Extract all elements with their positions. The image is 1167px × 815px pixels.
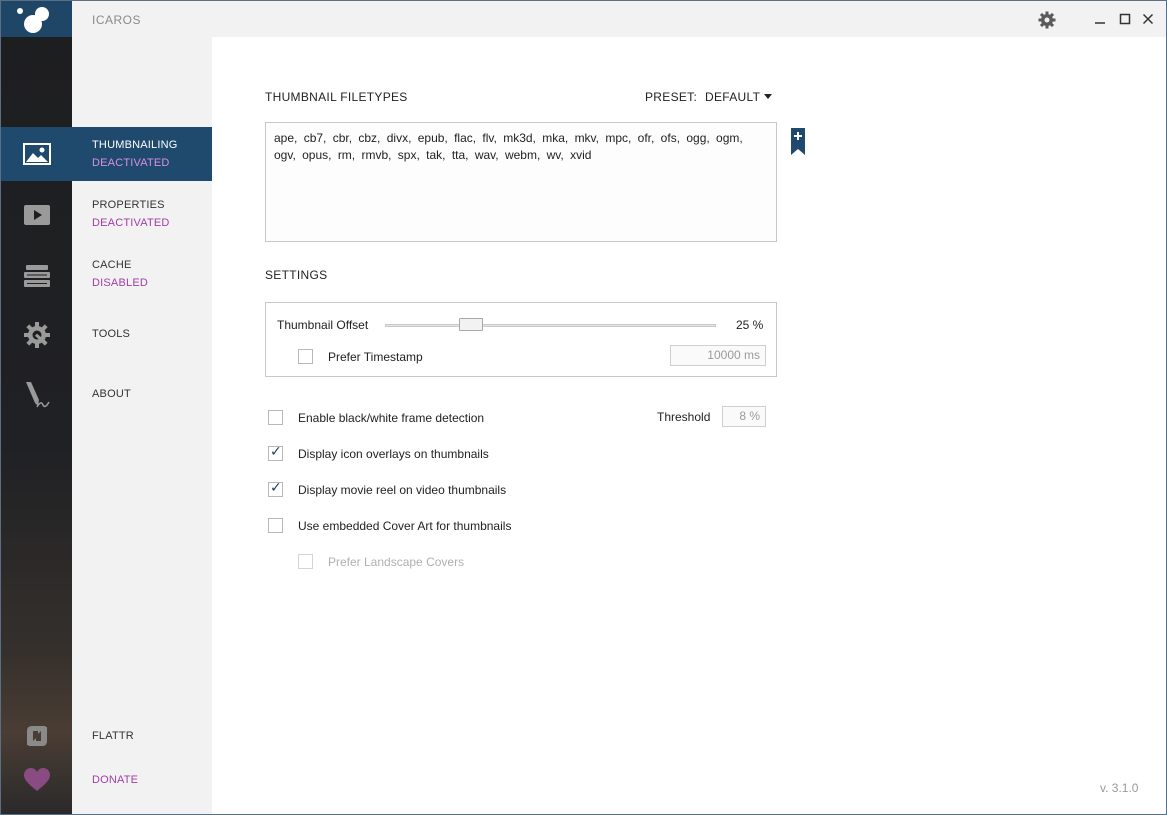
settings-section-title: SETTINGS <box>265 268 328 282</box>
thumbnail-offset-label: Thumbnail Offset <box>277 318 369 332</box>
rail-thumbnailing[interactable] <box>1 127 72 181</box>
nav-label-tools: TOOLS <box>92 328 131 340</box>
icaros-logo-icon <box>17 7 49 33</box>
close-icon <box>1142 13 1154 25</box>
preset-dropdown[interactable]: DEFAULT <box>705 90 760 104</box>
thumbnail-offset-slider[interactable] <box>385 324 716 327</box>
rail-donate[interactable] <box>1 753 72 807</box>
nav-label-thumbnailing: THUMBNAILING <box>92 139 178 151</box>
nav-label-properties: PROPERTIES <box>92 199 165 211</box>
filetypes-textarea[interactable]: ape, cb7, cbr, cbz, divx, epub, flac, fl… <box>265 122 777 242</box>
nav-donate[interactable]: DONATE <box>72 753 212 807</box>
gear-icon[interactable] <box>1038 11 1056 29</box>
caret-down-icon[interactable] <box>764 94 772 99</box>
nav-cache[interactable]: CACHE DISABLED <box>72 249 212 303</box>
title-bar: ICAROS <box>72 1 1166 37</box>
nav-status-properties: DEACTIVATED <box>92 217 170 229</box>
bw-detection-label: Enable black/white frame detection <box>298 411 485 425</box>
stack-icon <box>23 265 50 287</box>
minimize-icon <box>1095 22 1105 24</box>
cover-art-checkbox[interactable] <box>268 518 283 533</box>
version-label: v. 3.1.0 <box>1100 781 1139 795</box>
nav-label-flattr: FLATTR <box>92 730 134 742</box>
filetypes-section-title: THUMBNAIL FILETYPES <box>265 90 408 104</box>
image-icon <box>22 143 51 165</box>
thumbnail-offset-value: 25 % <box>736 318 764 332</box>
settings-box: Thumbnail Offset 25 % Prefer Timestamp 1… <box>265 302 777 377</box>
maximize-icon <box>1119 13 1131 25</box>
slider-thumb[interactable] <box>459 318 483 331</box>
heart-icon <box>23 768 50 791</box>
flattr-icon <box>26 726 47 746</box>
prefer-timestamp-checkbox[interactable] <box>298 349 313 364</box>
logo-area <box>1 1 72 37</box>
nav-label-cache: CACHE <box>92 259 132 271</box>
checkmark-icon: ✓ <box>270 444 282 460</box>
play-icon <box>23 205 50 225</box>
nav-label-about: ABOUT <box>92 388 131 400</box>
nav-status-thumbnailing: DEACTIVATED <box>92 157 170 169</box>
pen-icon <box>25 382 50 408</box>
preset-label: PRESET: <box>645 90 698 104</box>
close-button[interactable] <box>1140 11 1156 27</box>
app-window: ICAROS THUMBNAILING DEACTIVATED PROPERTI… <box>0 0 1167 815</box>
main-panel: THUMBNAIL FILETYPES PRESET: DEFAULT ape,… <box>212 37 1166 814</box>
landscape-covers-label: Prefer Landscape Covers <box>328 555 465 569</box>
checkmark-icon: ✓ <box>270 480 282 496</box>
maximize-button[interactable] <box>1117 11 1133 27</box>
icon-overlays-label: Display icon overlays on thumbnails <box>298 447 489 461</box>
nav-tools[interactable]: TOOLS <box>72 308 212 362</box>
minimize-button[interactable] <box>1092 11 1108 27</box>
landscape-covers-checkbox <box>298 554 313 569</box>
movie-reel-checkbox[interactable]: ✓ <box>268 480 283 497</box>
timestamp-field[interactable]: 10000 ms <box>670 345 766 366</box>
prefer-timestamp-label: Prefer Timestamp <box>328 350 423 364</box>
nav-about[interactable]: ABOUT <box>72 368 212 422</box>
gear-wrench-icon <box>23 322 50 348</box>
rail-cache[interactable] <box>1 249 72 303</box>
icon-rail <box>1 1 72 814</box>
rail-properties[interactable] <box>1 188 72 242</box>
bookmark-add-icon[interactable] <box>791 128 805 155</box>
app-title: ICAROS <box>92 13 142 27</box>
rail-about[interactable] <box>1 368 72 422</box>
rail-tools[interactable] <box>1 308 72 362</box>
threshold-label: Threshold <box>657 410 711 424</box>
nav-status-cache: DISABLED <box>92 277 149 289</box>
cover-art-label: Use embedded Cover Art for thumbnails <box>298 519 512 533</box>
movie-reel-label: Display movie reel on video thumbnails <box>298 483 507 497</box>
nav-thumbnailing[interactable]: THUMBNAILING DEACTIVATED <box>72 127 212 181</box>
threshold-field[interactable]: 8 % <box>722 406 766 427</box>
nav-label-donate: DONATE <box>92 774 139 786</box>
bw-detection-checkbox[interactable] <box>268 410 283 425</box>
nav-properties[interactable]: PROPERTIES DEACTIVATED <box>72 188 212 242</box>
icon-overlays-checkbox[interactable]: ✓ <box>268 444 283 461</box>
